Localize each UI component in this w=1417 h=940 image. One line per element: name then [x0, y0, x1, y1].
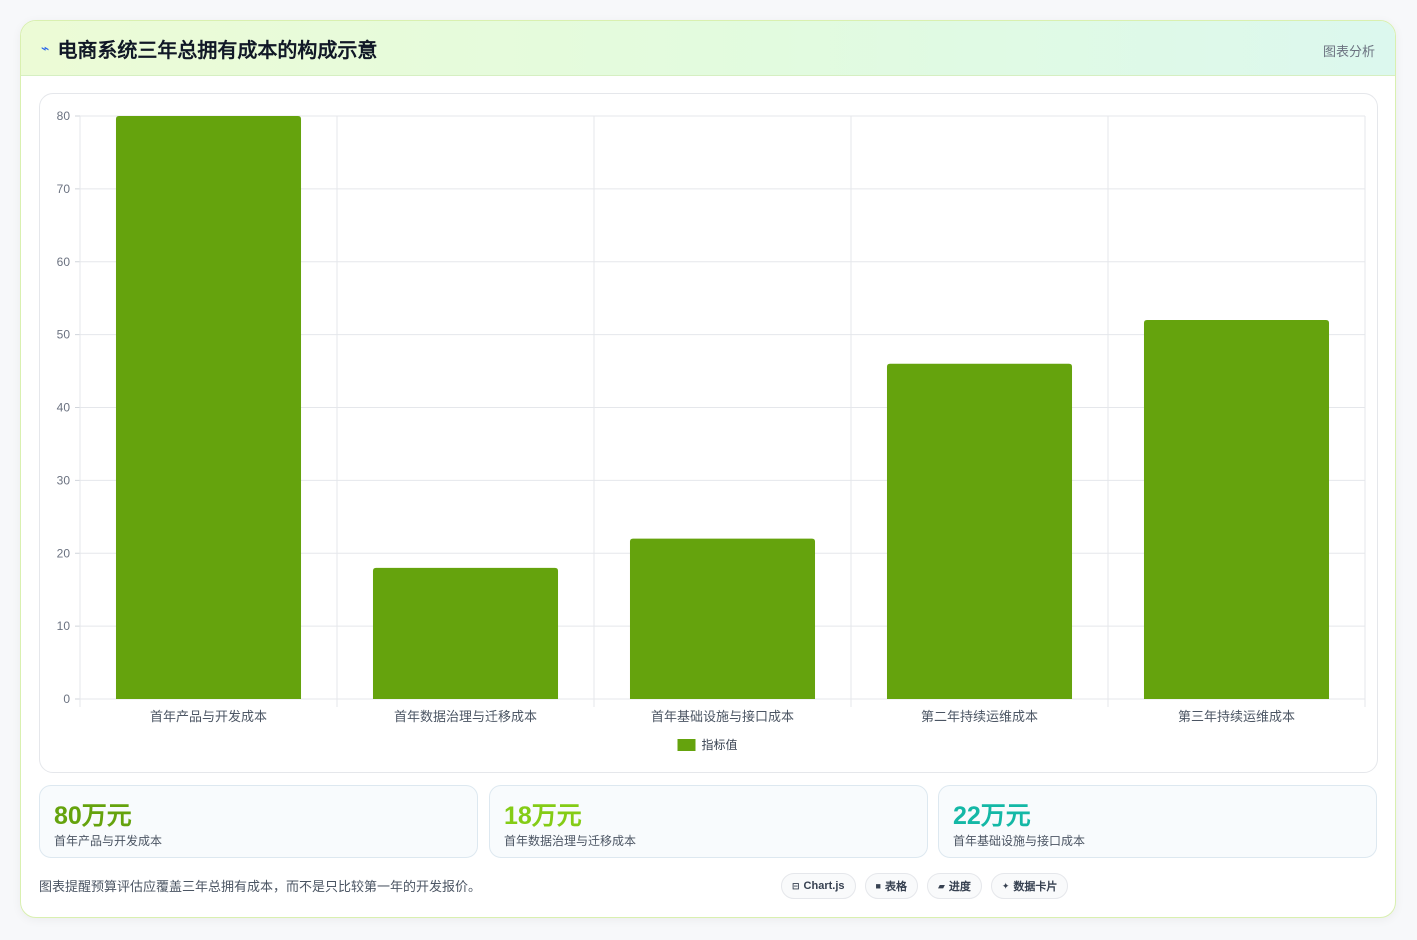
- bar: [115, 116, 302, 699]
- stat-card-3: 22万元 首年基础设施与接口成本: [938, 785, 1377, 858]
- trend-line-icon: ⌁: [41, 40, 50, 56]
- y-tick-label: 60: [57, 255, 71, 269]
- chip-label: 数据卡片: [1013, 881, 1058, 893]
- chip-data-card[interactable]: ✦ 数据卡片: [990, 873, 1069, 899]
- page-title: 电商系统三年总拥有成本的构成示意: [57, 40, 378, 62]
- legend-swatch: [677, 739, 696, 751]
- x-tick-label: 首年产品与开发成本: [150, 709, 267, 724]
- sparkle-icon: ✦: [1001, 880, 1010, 891]
- stat-label: 首年数据治理与迁移成本: [504, 834, 637, 848]
- x-tick-label: 第三年持续运维成本: [1178, 709, 1295, 724]
- stat-value: 22万元: [953, 802, 1031, 830]
- stat-card-2: 18万元 首年数据治理与迁移成本: [489, 785, 928, 858]
- y-tick-label: 30: [57, 473, 71, 487]
- bar-chart: 0 10 20 30 40 50 60 70 80 首年产品与开发成本 首年数据治理与迁移成本 首年基…: [57, 109, 1366, 752]
- chart-icon: ⊟: [792, 880, 800, 891]
- chip-label: Chart.js: [803, 880, 845, 892]
- chip-label: 表格: [884, 881, 907, 893]
- x-tick-label: 第二年持续运维成本: [921, 709, 1038, 724]
- y-tick-label: 50: [57, 328, 71, 342]
- stat-value: 80万元: [54, 802, 132, 830]
- y-tick-label: 80: [57, 109, 71, 123]
- title-group: ⌁ 电商系统三年总拥有成本的构成示意: [41, 21, 377, 76]
- stat-label: 首年产品与开发成本: [54, 834, 163, 848]
- chart-card: ⌁ 电商系统三年总拥有成本的构成示意 图表分析 0 10 20 30 40 50 60 70 8…: [20, 20, 1396, 918]
- card-header: ⌁ 电商系统三年总拥有成本的构成示意 图表分析: [21, 21, 1395, 76]
- bar: [886, 363, 1073, 699]
- y-tick-label: 20: [57, 546, 71, 560]
- bar: [1143, 320, 1330, 699]
- table-icon: ■: [875, 881, 881, 891]
- chart-footnote: 图表提醒预算评估应覆盖三年总拥有成本，而不是只比较第一年的开发报价。: [39, 879, 482, 894]
- stat-card-1: 80万元 首年产品与开发成本: [39, 785, 478, 858]
- progress-icon: ▰: [937, 880, 945, 891]
- y-tick-label: 10: [57, 619, 71, 633]
- chart-analysis-link[interactable]: 图表分析: [1323, 41, 1375, 60]
- chip-table[interactable]: ■ 表格: [864, 873, 918, 899]
- x-tick-label: 首年基础设施与接口成本: [651, 709, 794, 724]
- x-tick-label: 首年数据治理与迁移成本: [394, 709, 537, 724]
- y-tick-label: 40: [57, 401, 71, 415]
- y-tick-label: 0: [63, 692, 70, 706]
- legend-label: 指标值: [702, 737, 738, 752]
- chip-progress[interactable]: ▰ 进度: [926, 873, 982, 899]
- bar: [372, 567, 559, 699]
- chip-label: 进度: [948, 881, 971, 893]
- y-tick-label: 70: [57, 182, 71, 196]
- stat-label: 首年基础设施与接口成本: [953, 834, 1086, 848]
- chip-chartjs[interactable]: ⊟ Chart.js: [781, 873, 856, 899]
- chart-container: 0 10 20 30 40 50 60 70 80 首年产品与开发成本 首年数据治理与迁移成本 首年基…: [39, 93, 1378, 773]
- tag-chips: ⊟ Chart.js ■ 表格 ▰ 进度 ✦ 数据卡片: [781, 873, 1069, 899]
- bar: [629, 538, 816, 699]
- stat-value: 18万元: [504, 802, 582, 830]
